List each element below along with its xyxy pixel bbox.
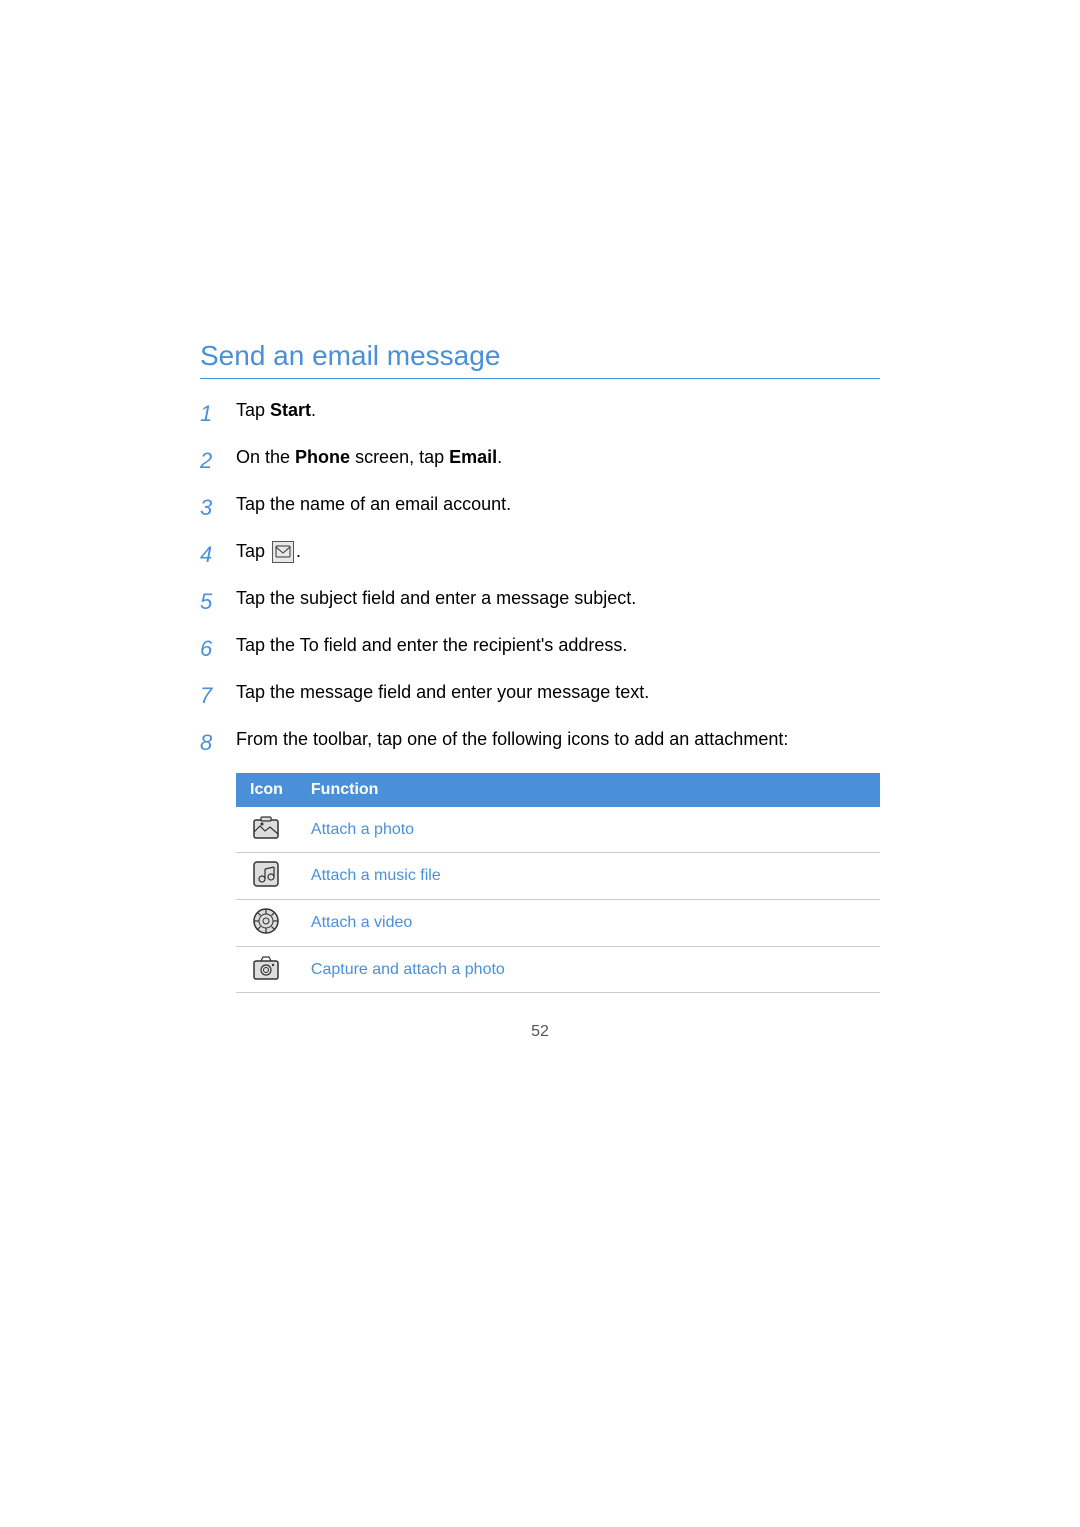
content-area: Send an email message 1 Tap Start. 2 On …	[200, 340, 880, 1041]
step-text-3: Tap the name of an email account.	[236, 491, 880, 518]
col-function-header: Function	[297, 773, 880, 807]
step-text-7: Tap the message field and enter your mes…	[236, 679, 880, 706]
step-text-6: Tap the To field and enter the recipient…	[236, 632, 880, 659]
icon-cell-photo	[236, 807, 297, 853]
step-number-1: 1	[200, 397, 236, 430]
step-number-2: 2	[200, 444, 236, 477]
function-cell-music: Attach a music file	[297, 853, 880, 900]
step-number-6: 6	[200, 632, 236, 665]
icon-cell-music	[236, 853, 297, 900]
step-2: 2 On the Phone screen, tap Email.	[200, 444, 880, 477]
table-header: Icon Function	[236, 773, 880, 807]
function-cell-photo: Attach a photo	[297, 807, 880, 853]
step-text-4: Tap .	[236, 538, 880, 565]
step-number-3: 3	[200, 491, 236, 524]
function-text-music: Attach a music file	[311, 867, 441, 884]
step-text-5: Tap the subject field and enter a messag…	[236, 585, 880, 612]
table-row: Attach a music file	[236, 853, 880, 900]
table-row: Attach a photo	[236, 807, 880, 853]
function-cell-video: Attach a video	[297, 900, 880, 947]
function-text-photo: Attach a photo	[311, 821, 414, 838]
step-number-4: 4	[200, 538, 236, 571]
step-6: 6 Tap the To field and enter the recipie…	[200, 632, 880, 665]
steps-list: 1 Tap Start. 2 On the Phone screen, tap …	[200, 397, 880, 759]
step-number-5: 5	[200, 585, 236, 618]
step-number-8: 8	[200, 726, 236, 759]
video-icon	[250, 907, 282, 935]
music-icon	[250, 860, 282, 888]
table-row: Attach a video	[236, 900, 880, 947]
step-5: 5 Tap the subject field and enter a mess…	[200, 585, 880, 618]
function-cell-camera: Capture and attach a photo	[297, 947, 880, 993]
camera-icon	[250, 954, 282, 982]
compose-icon	[272, 541, 294, 563]
icon-cell-camera	[236, 947, 297, 993]
step-text-8: From the toolbar, tap one of the followi…	[236, 726, 880, 753]
step-3: 3 Tap the name of an email account.	[200, 491, 880, 524]
page-container: Send an email message 1 Tap Start. 2 On …	[0, 0, 1080, 1527]
step-text-1: Tap Start.	[236, 397, 880, 424]
function-text-camera: Capture and attach a photo	[311, 961, 505, 978]
step-number-7: 7	[200, 679, 236, 712]
step-text-2: On the Phone screen, tap Email.	[236, 444, 880, 471]
step-1: 1 Tap Start.	[200, 397, 880, 430]
table-row: Capture and attach a photo	[236, 947, 880, 993]
page-number: 52	[200, 1023, 880, 1041]
step-8: 8 From the toolbar, tap one of the follo…	[200, 726, 880, 759]
step-4: 4 Tap .	[200, 538, 880, 571]
table-body: Attach a photo	[236, 807, 880, 993]
col-icon-header: Icon	[236, 773, 297, 807]
attachment-table: Icon Function	[236, 773, 880, 993]
photo-icon	[250, 814, 282, 842]
step-7: 7 Tap the message field and enter your m…	[200, 679, 880, 712]
section-title: Send an email message	[200, 340, 880, 379]
function-text-video: Attach a video	[311, 914, 412, 931]
table-header-row: Icon Function	[236, 773, 880, 807]
icon-cell-video	[236, 900, 297, 947]
